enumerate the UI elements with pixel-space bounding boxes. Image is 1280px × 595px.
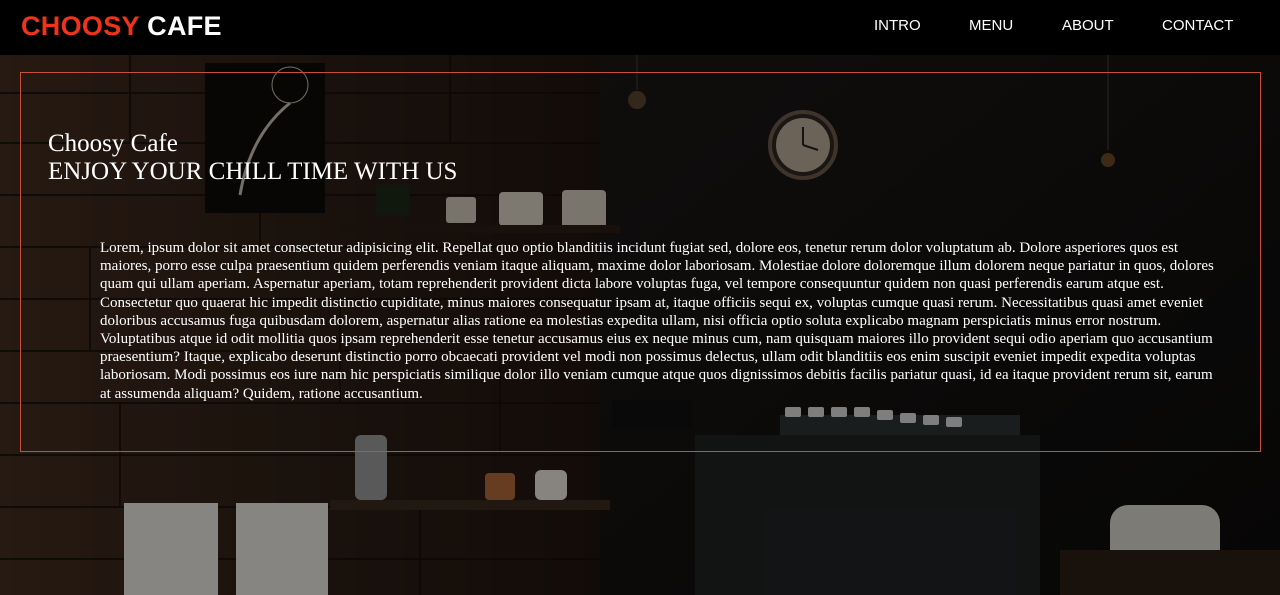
brand-logo[interactable]: CHOOSY CAFE <box>21 9 222 43</box>
hero-title: Choosy Cafe <box>48 130 178 157</box>
nav-link-about[interactable]: ABOUT <box>1062 17 1114 35</box>
brand-logo-word-cafe: CAFE <box>147 11 222 41</box>
hero-body-text: Lorem, ipsum dolor sit amet consectetur … <box>100 240 1214 402</box>
nav-link-intro[interactable]: INTRO <box>874 17 921 35</box>
hero-tagline: ENJOY YOUR CHILL TIME WITH US <box>48 158 458 185</box>
top-navbar: CHOOSY CAFE INTRO MENU ABOUT CONTACT <box>0 0 1280 55</box>
nav-link-contact[interactable]: CONTACT <box>1162 17 1233 35</box>
nav-link-menu[interactable]: MENU <box>969 17 1013 35</box>
brand-logo-word-choosy: CHOOSY <box>21 11 140 41</box>
